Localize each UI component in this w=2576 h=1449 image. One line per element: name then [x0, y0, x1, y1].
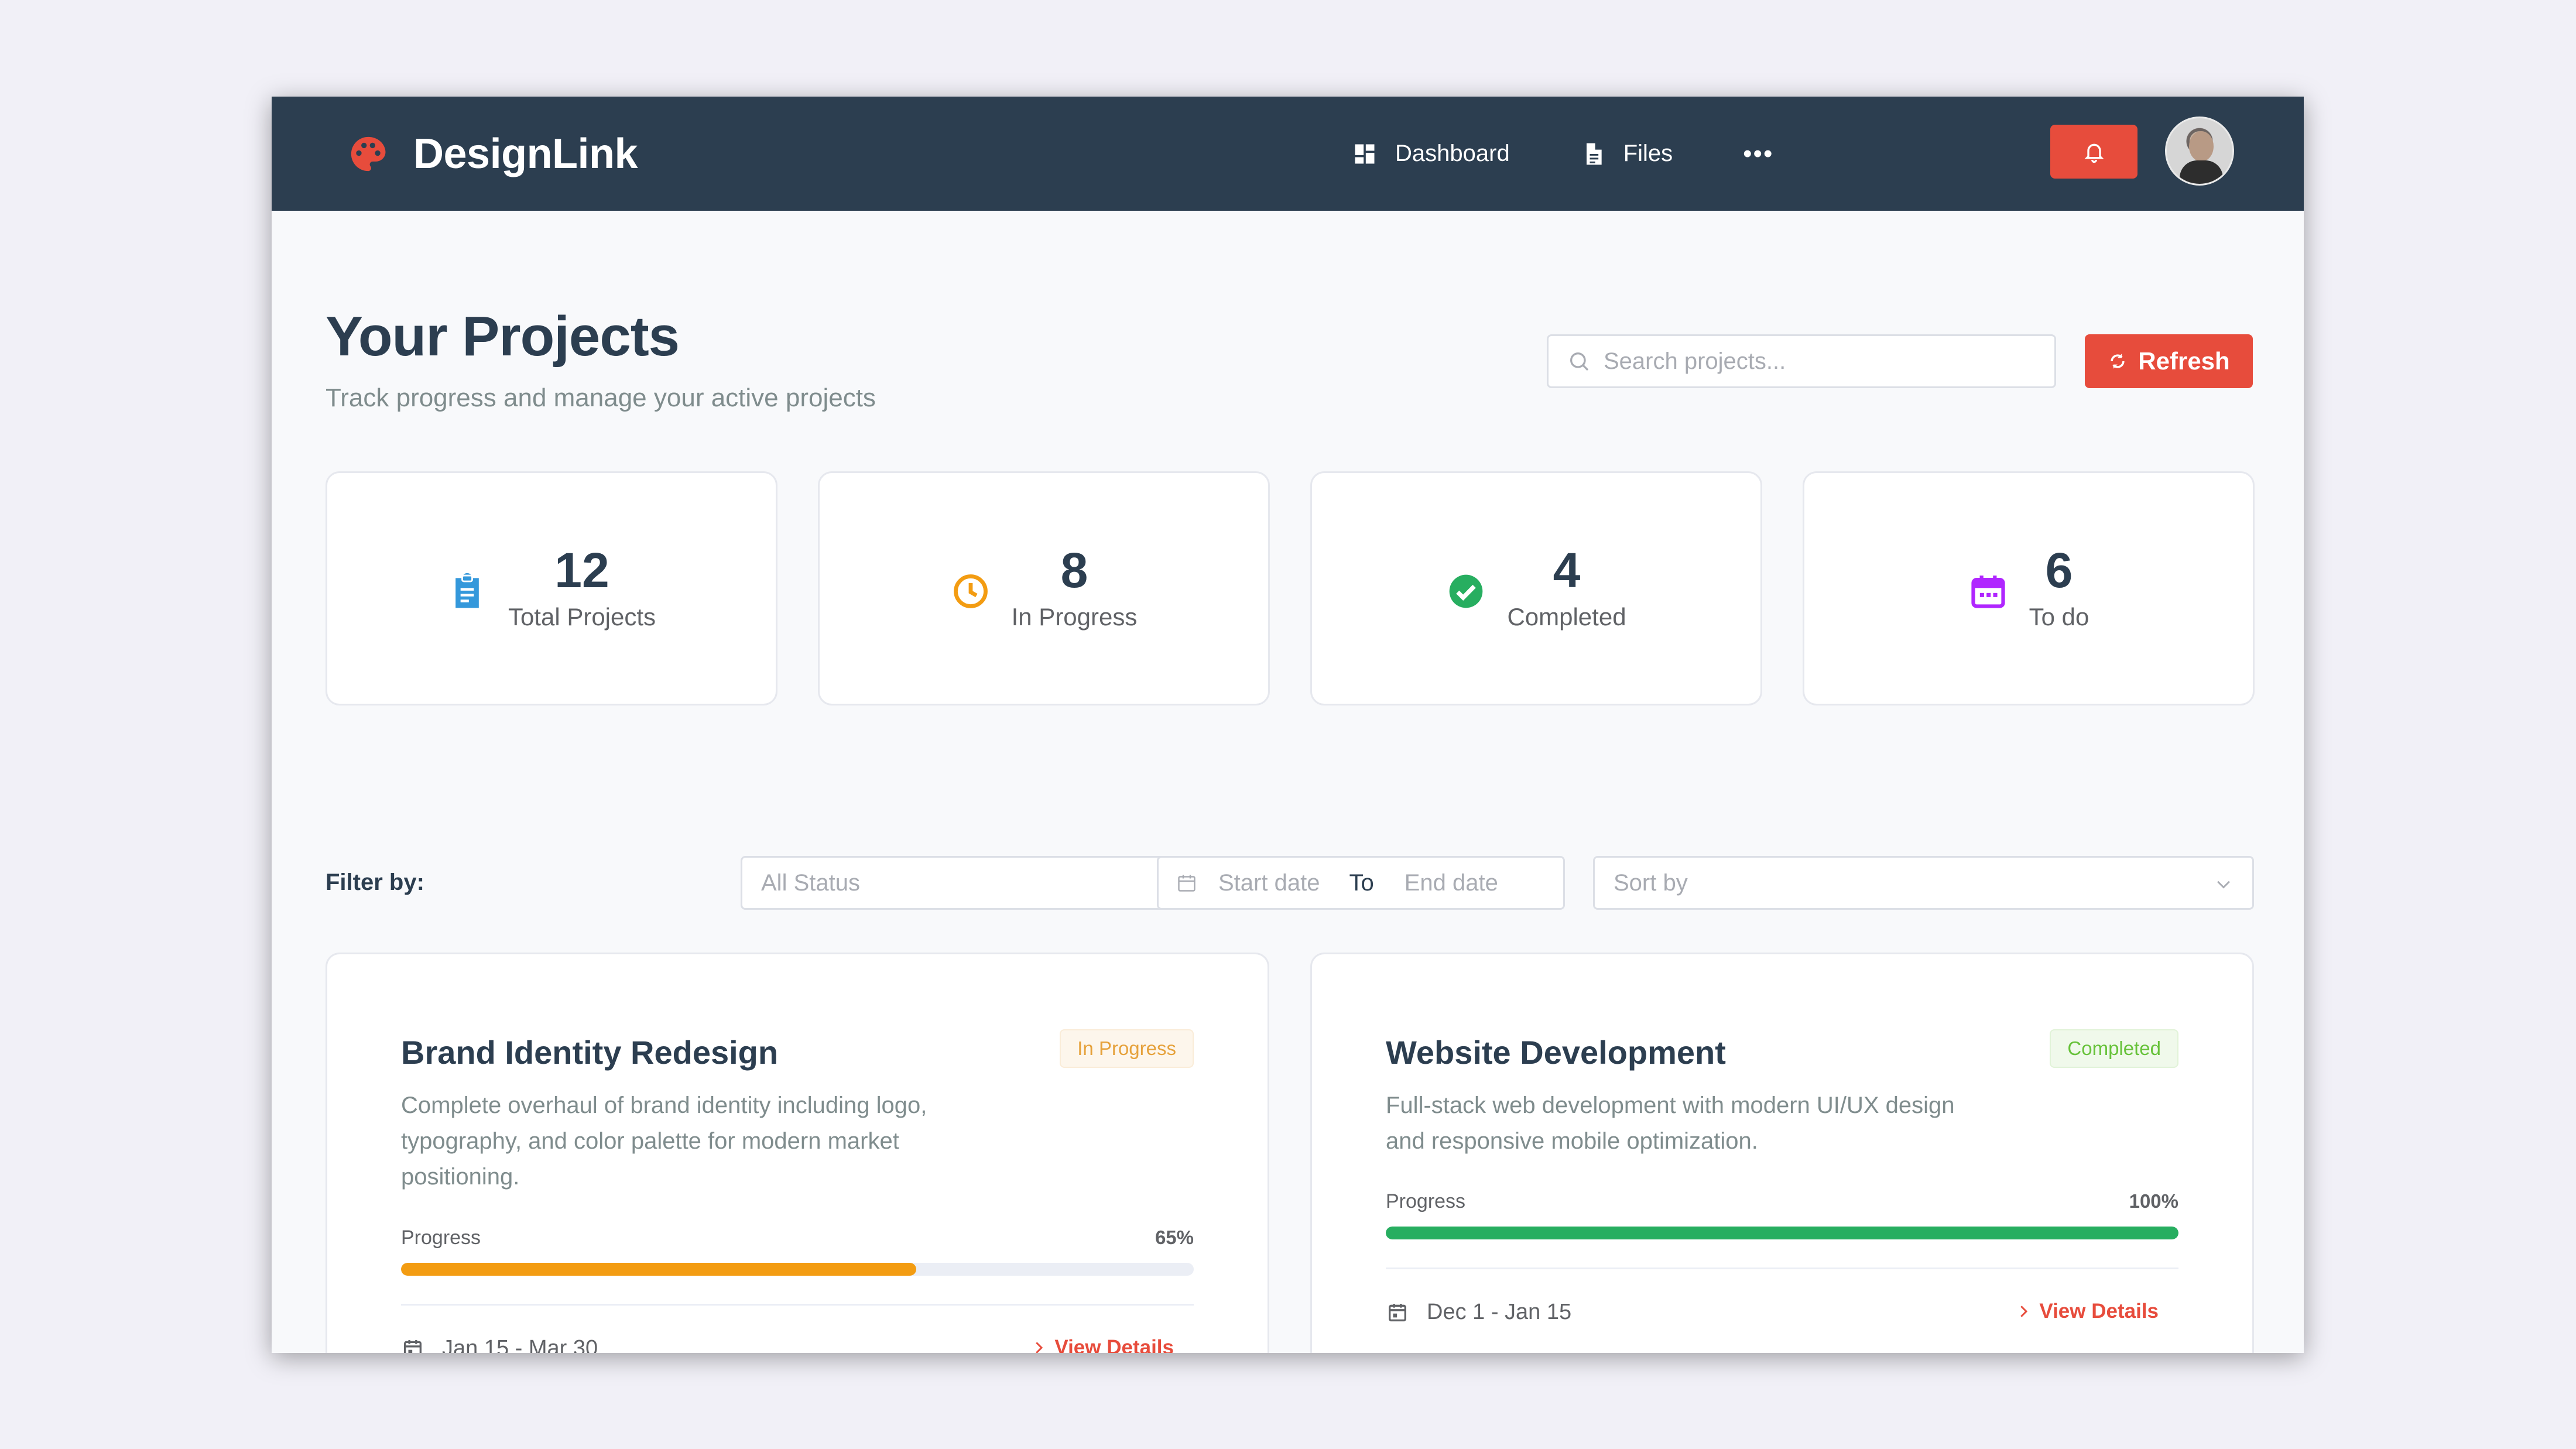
project-card: Website Development Completed Full-stack… [1310, 953, 2254, 1353]
search-icon [1570, 352, 1589, 371]
progress-fill [401, 1263, 917, 1276]
project-description: Full-stack web development with modern U… [1386, 1092, 1955, 1154]
project-dates: Jan 15 - Mar 30 [401, 1336, 598, 1353]
calendar-icon [1389, 1303, 1406, 1321]
brand[interactable]: DesignLink [348, 126, 638, 181]
project-description: Complete overhaul of brand identity incl… [401, 1092, 927, 1190]
clipboard-icon [455, 573, 479, 608]
user-avatar[interactable] [2165, 117, 2234, 186]
view-details-label: View Details [1054, 1336, 1174, 1353]
progress-bar [1386, 1227, 2178, 1239]
avatar-body [2180, 160, 2223, 184]
view-details-label: View Details [2039, 1300, 2159, 1323]
stat-value: 6 [2045, 543, 2073, 598]
stat-card-total: 12 Total Projects [326, 471, 777, 705]
stat-text: 12 Total Projects [508, 546, 656, 631]
sort-select-value: Sort by [1614, 869, 1688, 896]
stat-text: 4 Completed [1507, 546, 1626, 631]
stat-value: 12 [554, 543, 609, 598]
status-badge: In Progress [1060, 1029, 1194, 1068]
avatar-head [2189, 131, 2214, 162]
end-date-input[interactable]: End date [1405, 870, 1498, 896]
filter-label: Filter by: [326, 869, 424, 895]
project-title: Brand Identity Redesign [401, 1034, 779, 1071]
stat-card-in-progress: 8 In Progress [818, 471, 1270, 705]
notification-button[interactable] [2050, 125, 2137, 179]
nav-item-label: Dashboard [1395, 141, 1510, 166]
palette-icon [351, 136, 386, 171]
calendar-icon [404, 1340, 422, 1353]
progress-label: Progress [401, 1227, 481, 1249]
app-window: DesignLink Dashboard Files ••• Your Proj… [272, 97, 2304, 1353]
search-box[interactable] [1547, 334, 2056, 388]
view-details-link[interactable]: View Details [2015, 1300, 2159, 1323]
date-range-picker[interactable]: Start date To End date [1157, 856, 1565, 910]
page-title: Your Projects [326, 305, 680, 368]
chevron-right-icon [1036, 1342, 1043, 1353]
progress-value: 100% [2129, 1190, 2178, 1212]
brand-name: DesignLink [413, 130, 638, 177]
card-divider [401, 1304, 1194, 1306]
stat-label: In Progress [1011, 603, 1138, 631]
check-circle-icon [1450, 574, 1483, 608]
stat-text: 8 In Progress [1012, 546, 1138, 631]
nav-item-files[interactable]: Files [1580, 141, 1673, 167]
more-menu-button[interactable]: ••• [1743, 139, 1773, 169]
view-details-link[interactable]: View Details [1030, 1336, 1174, 1353]
page-subtitle: Track progress and manage your active pr… [326, 383, 876, 412]
start-date-input[interactable]: Start date [1218, 870, 1320, 896]
project-date-text: Dec 1 - Jan 15 [1427, 1300, 1572, 1324]
chevron-right-icon [2020, 1306, 2028, 1317]
project-dates: Dec 1 - Jan 15 [1386, 1300, 1571, 1325]
refresh-label: Refresh [2138, 347, 2230, 375]
dashboard-icon [1355, 144, 1375, 163]
stat-label: To do [2029, 603, 2089, 631]
nav-item-dashboard[interactable]: Dashboard [1352, 141, 1510, 167]
project-card: Brand Identity Redesign In Progress Comp… [326, 953, 1269, 1353]
clock-icon [953, 574, 988, 608]
stat-label: Completed [1507, 603, 1626, 631]
search-input[interactable] [1604, 348, 2049, 375]
calendar-icon [1971, 576, 2005, 608]
refresh-icon [2111, 354, 2125, 369]
file-icon [1586, 143, 1602, 165]
chevron-down-icon [2217, 881, 2230, 889]
progress-fill [1386, 1227, 2178, 1239]
card-divider [1386, 1268, 2178, 1269]
status-badge: Completed [2050, 1029, 2178, 1068]
nav-links: Dashboard Files ••• [1352, 126, 1773, 181]
range-separator: To [1349, 869, 1374, 896]
status-select-value: All Status [761, 869, 860, 896]
nav-item-label: Files [1623, 141, 1673, 166]
project-title: Website Development [1386, 1034, 1726, 1071]
calendar-icon [1178, 875, 1195, 892]
stat-label: Total Projects [508, 603, 656, 631]
progress-label: Progress [1386, 1190, 1466, 1212]
stat-card-todo: 6 To do [1803, 471, 2255, 705]
project-date-text: Jan 15 - Mar 30 [442, 1336, 598, 1353]
stat-value: 8 [1060, 543, 1088, 598]
stat-card-completed: 4 Completed [1310, 471, 1762, 705]
top-navbar: DesignLink Dashboard Files ••• [272, 97, 2304, 211]
bell-icon [2084, 143, 2104, 163]
progress-bar [401, 1263, 1194, 1276]
stat-text: 6 To do [2029, 546, 2089, 631]
sort-select[interactable]: Sort by [1593, 856, 2254, 910]
progress-value: 65% [1155, 1227, 1194, 1248]
refresh-button[interactable]: Refresh [2085, 334, 2253, 388]
stat-value: 4 [1553, 543, 1581, 598]
